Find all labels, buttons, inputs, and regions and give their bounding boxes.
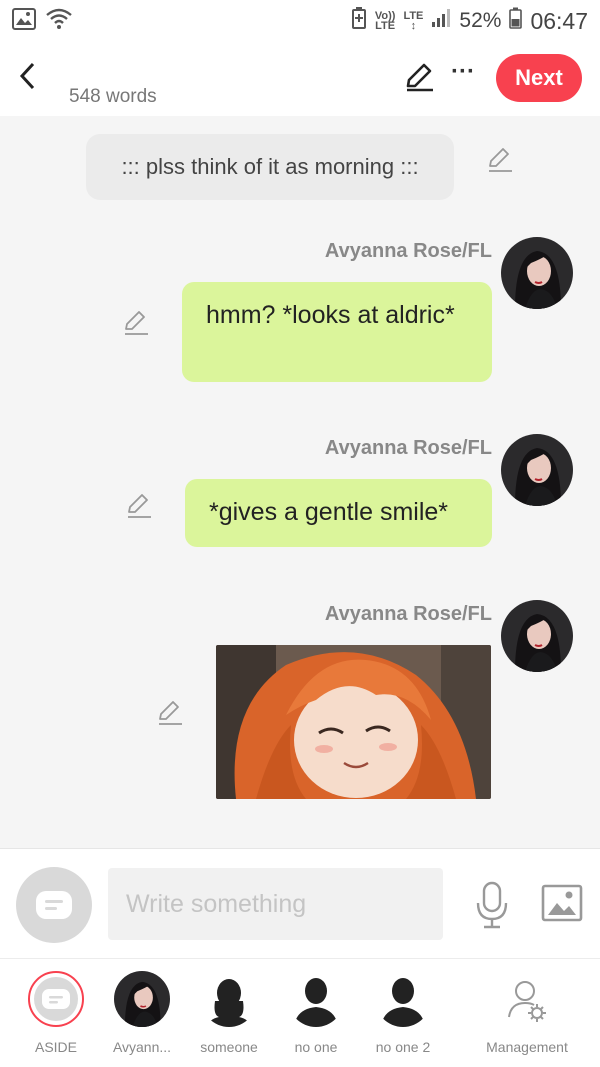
image-icon	[541, 884, 583, 922]
character-aside[interactable]: ASIDE	[13, 969, 99, 1061]
aside-toggle-button[interactable]	[16, 867, 92, 943]
message-bubble[interactable]: *gives a gentle smile*	[185, 479, 492, 547]
character-label: someone	[200, 1039, 258, 1055]
character-label: no one	[294, 1039, 338, 1055]
avatar[interactable]	[501, 600, 573, 672]
chevron-left-icon	[19, 62, 35, 90]
lte-indicator: LTE ↕	[403, 10, 424, 32]
clock: 06:47	[530, 7, 588, 34]
volte-indicator: Vo)) LTE	[374, 10, 396, 32]
avatar[interactable]	[501, 434, 573, 506]
character-label: Management	[486, 1039, 568, 1055]
character-avyanna[interactable]: Avyann...	[99, 969, 185, 1061]
character-someone[interactable]: someone	[186, 969, 272, 1061]
edit-button[interactable]	[402, 60, 436, 94]
message-sender: Avyanna Rose/FL	[324, 437, 492, 459]
silhouette-icon	[288, 971, 344, 1027]
avatar	[114, 971, 170, 1027]
character-label: no one 2	[375, 1039, 431, 1055]
chat-area[interactable]: ::: plss think of it as morning ::: Avya…	[0, 116, 600, 848]
next-button[interactable]: Next	[496, 54, 582, 102]
wifi-icon	[46, 8, 72, 36]
narration-message[interactable]: ::: plss think of it as morning :::	[86, 134, 454, 200]
management-button[interactable]: Management	[482, 969, 572, 1061]
pencil-icon	[406, 63, 433, 92]
edit-message-button[interactable]	[125, 492, 155, 522]
edit-message-button[interactable]	[156, 699, 186, 729]
word-count: 548 words	[69, 86, 157, 107]
battery-icon	[509, 7, 523, 35]
character-selector: ASIDE Avyann... someone no one no one 2 …	[0, 958, 600, 1067]
battery-saver-icon	[351, 7, 367, 35]
user-gear-icon	[499, 971, 555, 1027]
composer-bar	[0, 848, 600, 958]
back-button[interactable]	[10, 56, 44, 96]
status-bar: Vo)) LTE LTE ↕ 52% 06:47	[0, 0, 600, 40]
silhouette-icon	[375, 971, 431, 1027]
character-no-one[interactable]: no one	[273, 969, 359, 1061]
message-sender: Avyanna Rose/FL	[324, 603, 492, 625]
aside-avatar	[28, 971, 84, 1027]
character-label: Avyann...	[112, 1039, 172, 1055]
add-image-button[interactable]	[541, 884, 583, 922]
more-options-button[interactable]: ···	[448, 60, 478, 92]
battery-percent: 52%	[459, 9, 502, 32]
edit-message-button[interactable]	[122, 309, 152, 339]
edit-narration-button[interactable]	[486, 146, 516, 176]
pencil-icon	[159, 701, 182, 725]
top-bar: 548 words ··· Next	[0, 40, 600, 116]
message-bubble[interactable]: hmm? *looks at aldric*	[182, 282, 492, 382]
avatar[interactable]	[501, 237, 573, 309]
silhouette-icon	[201, 971, 257, 1027]
pencil-icon	[125, 311, 148, 335]
character-no-one-2[interactable]: no one 2	[360, 969, 446, 1061]
signal-strength-icon	[431, 8, 451, 34]
pencil-icon	[128, 494, 151, 518]
aside-icon	[36, 891, 72, 919]
microphone-icon	[476, 881, 508, 929]
message-input[interactable]	[108, 868, 443, 940]
voice-input-button[interactable]	[474, 881, 510, 929]
character-label: ASIDE	[34, 1039, 77, 1055]
gallery-notification-icon	[12, 8, 36, 36]
anime-girl-smiling-image[interactable]	[216, 645, 491, 799]
message-sender: Avyanna Rose/FL	[324, 240, 492, 262]
pencil-icon	[489, 148, 512, 172]
